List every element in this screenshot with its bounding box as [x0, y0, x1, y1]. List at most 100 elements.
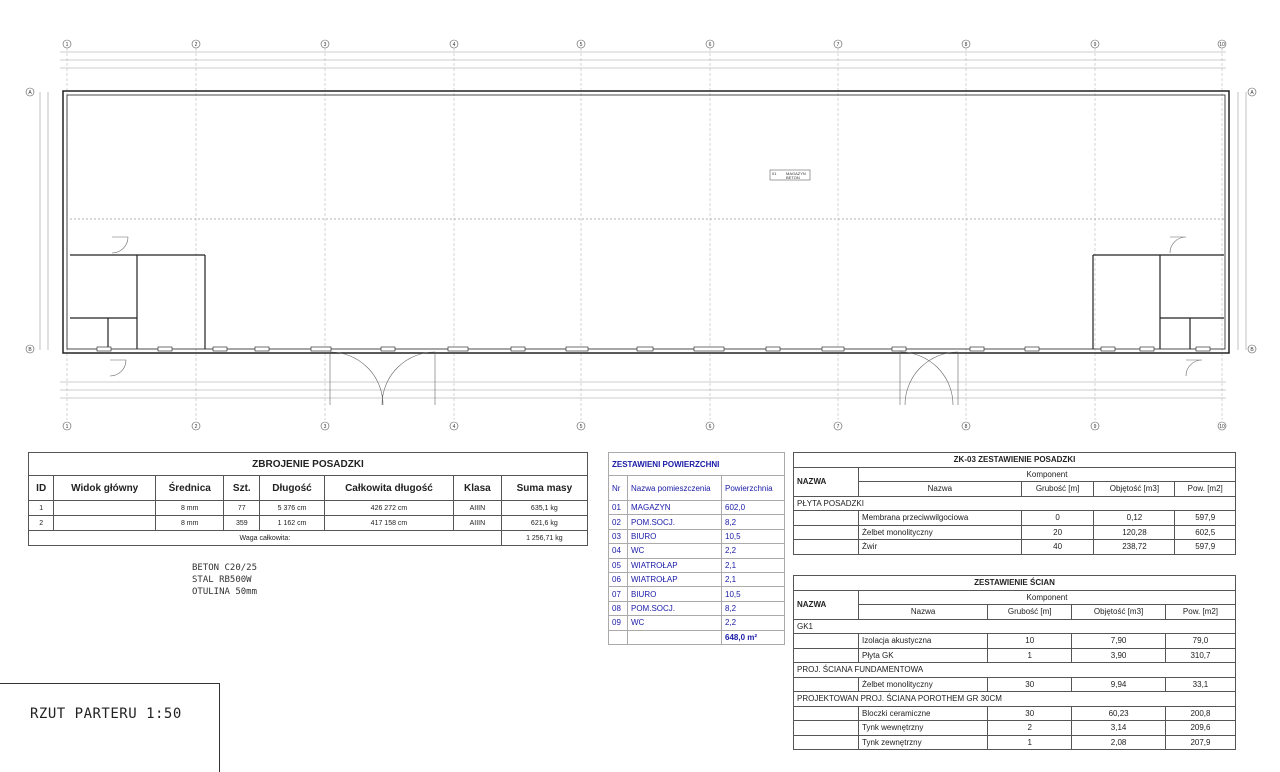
window [510, 346, 526, 352]
table-cell: 238,72 [1093, 539, 1176, 555]
window [96, 346, 112, 352]
table-cell: Płyta GK [857, 647, 989, 663]
table-row: 2 8 mm 359 1 162 cm 417 158 cm AIIIN 621,6 kg [27, 515, 589, 531]
grid-label: 4 [453, 424, 456, 430]
window [212, 346, 228, 352]
table-cell: 06 [608, 571, 628, 588]
table-row: 04 WC 2,2 [608, 543, 785, 559]
table-cell: 60,23 [1071, 705, 1166, 721]
window [765, 346, 781, 352]
komponent-header: Komponent [858, 589, 1236, 605]
table-row: 01 MAGAZYN 602,0 [608, 499, 785, 516]
table-cell: 2,1 [721, 571, 785, 588]
grid-label: 9 [1094, 42, 1097, 48]
grid-label: A [1250, 90, 1254, 96]
posadzki-table: ZK-03 ZESTAWIENIE POSADZKI NAZWA Kompone… [793, 452, 1236, 555]
grid-label: 3 [324, 424, 327, 430]
table-cell [53, 515, 156, 531]
komponent-header: Komponent [858, 466, 1236, 482]
window [1100, 346, 1116, 352]
table-row: 09 WC 2,2 [608, 615, 785, 631]
grid-label: 5 [580, 42, 583, 48]
window [969, 346, 985, 352]
nazwa-header: NAZWA [793, 466, 859, 497]
table-cell: 1 [987, 647, 1073, 663]
table-cell: 635,1 kg [500, 500, 589, 516]
grid-label: A [28, 90, 32, 96]
table-cell: POM.SOCJ. [627, 514, 722, 530]
window [447, 346, 469, 352]
table-cell: 79,0 [1164, 633, 1237, 649]
grid-label: 5 [580, 424, 583, 430]
column-header: Grubość [m] [987, 604, 1073, 620]
table-cell: 0,12 [1093, 510, 1176, 526]
table-cell: Izolacja akustyczna [857, 633, 989, 649]
table-cell: 2,2 [721, 543, 785, 559]
table-cell: 8,2 [721, 600, 785, 617]
table-cell: 621,6 kg [500, 515, 589, 531]
column-header: Całkowita długość [323, 475, 455, 501]
column-header: Pow. [m2] [1174, 481, 1236, 497]
note-steel: STAL RB500W [192, 575, 252, 585]
group-name: PROJ. ŚCIANA FUNDAMENTOWA [793, 662, 1236, 678]
column-header: Nr [608, 475, 628, 501]
grid-label: 6 [709, 424, 712, 430]
table-row: 1 8 mm 77 5 376 cm 426 272 cm AIIIN 635,1 kg [27, 500, 589, 516]
table-row: Bloczki ceramiczne 30 60,23 200,8 [793, 705, 1237, 721]
grid-label: 10 [1219, 424, 1225, 430]
window [565, 346, 589, 352]
table-cell [53, 500, 156, 516]
table-row: Izolacja akustyczna 10 7,90 79,0 [793, 633, 1237, 649]
column-header: ID [27, 475, 55, 501]
grid-label: 7 [837, 424, 840, 430]
column-header: Klasa [453, 475, 502, 501]
group-name: PŁYTA POSADZKI [793, 495, 1236, 511]
table-cell: 1 [987, 734, 1073, 750]
table-cell: 40 [1020, 539, 1095, 555]
table-row: Żwir 40 238,72 597,9 [793, 539, 1236, 555]
total-value: 1 256,71 kg [500, 530, 589, 546]
powierzchnie-table: ZESTAWIENI POWIERZCHNI Nr Nazwa pomieszcz… [608, 452, 785, 645]
grid-label: B [1250, 347, 1254, 353]
grid-label: 10 [1219, 42, 1225, 48]
table-cell: WC [627, 615, 722, 631]
grid-label: 1 [66, 424, 69, 430]
table-cell: 597,9 [1174, 539, 1236, 555]
table-title: ZK-03 ZESTAWIENIE POSADZKI [793, 452, 1236, 468]
table-cell: POM.SOCJ. [627, 600, 722, 617]
column-header: Grubość [m] [1020, 481, 1095, 497]
svg-text:01: 01 [772, 171, 777, 176]
table-row: 03 BIURO 10,5 [608, 528, 785, 545]
table-title: ZBROJENIE POSADZKI [28, 452, 588, 476]
nazwa-header: NAZWA [793, 589, 859, 620]
table-title: ZESTAWIENIE ŚCIAN [793, 575, 1236, 591]
table-cell: 597,9 [1174, 510, 1236, 526]
table-cell: BIURO [627, 528, 722, 545]
table-cell: 2 [27, 515, 55, 531]
drawing-title-block: RZUT PARTERU 1:50 [0, 683, 220, 772]
column-header: Suma masy [500, 475, 589, 501]
table-cell: 8,2 [721, 514, 785, 530]
column-header: Nazwa [857, 604, 989, 620]
table-cell: 0 [1020, 510, 1095, 526]
table-cell: 03 [608, 528, 628, 545]
table-cell: WIATROŁAP [627, 557, 722, 573]
table-cell: Żelbet monolityczny [858, 524, 1022, 540]
column-header: Powierzchnia [721, 475, 785, 501]
table-cell: WC [627, 543, 722, 559]
table-cell: 05 [608, 557, 628, 573]
table-cell: 8 mm [154, 515, 225, 531]
window [310, 346, 332, 352]
table-cell: MAGAZYN [627, 499, 722, 516]
column-header: Widok główny [53, 475, 156, 501]
table-cell: 01 [608, 499, 628, 516]
table-cell: Tynk wewnętrzny [857, 720, 989, 736]
column-header: Długość [259, 475, 325, 501]
table-cell: 200,8 [1164, 705, 1237, 721]
window [821, 346, 845, 352]
window [1195, 346, 1211, 352]
table-cell: AIIIN [453, 500, 502, 516]
table-row: 02 POM.SOCJ. 8,2 [608, 514, 785, 530]
window [254, 346, 270, 352]
table-cell: 7,90 [1071, 633, 1166, 649]
